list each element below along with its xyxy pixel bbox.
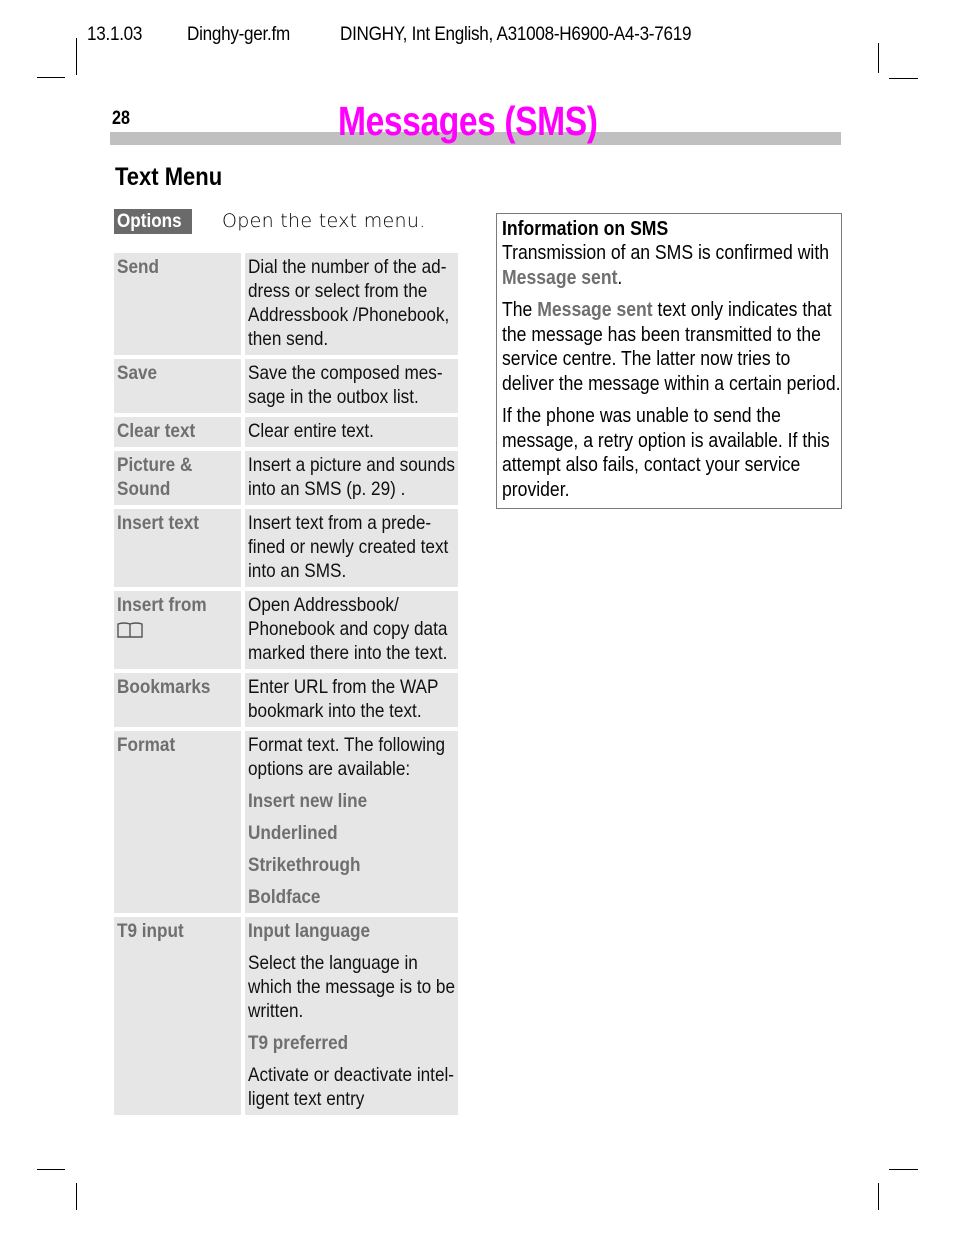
table-row: Send Dial the number of the ad-dress or … [114,253,458,355]
header-doc-id: DINGHY, Int English, A31008-H6900-A4-3-7… [340,24,692,45]
crop-mark [878,43,879,73]
crop-mark [889,78,918,79]
page-title: Messages (SMS) [338,98,598,144]
info-text: . [617,266,623,289]
menu-desc: Save the composed mes-sage in the outbox… [248,362,443,408]
menu-key: Picture & Sound [117,454,193,500]
table-row: T9 input Input language Select the langu… [114,917,458,1115]
info-text: Transmission of an SMS is confirmed with [502,242,830,264]
table-row: Format Format text. The following option… [114,731,458,913]
menu-desc: Clear entire text. [248,420,375,442]
menu-key: Send [117,256,159,278]
text-menu-table: Send Dial the number of the ad-dress or … [114,249,458,1119]
menu-desc: Dial the number of the ad-dress or selec… [248,256,450,350]
menu-key: Insert from [117,594,207,616]
info-text: The [502,299,538,321]
crop-mark [878,1183,879,1210]
info-box: Information on SMS Transmission of an SM… [496,213,842,509]
menu-desc: Enter URL from the WAP bookmark into the… [248,676,439,722]
crop-mark [37,1169,65,1170]
format-option: Underlined [248,822,338,844]
table-row: Clear text Clear entire text. [114,417,458,447]
info-paragraph: If the phone was unable to send the mess… [502,405,830,501]
menu-desc: Insert text from a prede-fined or newly … [248,512,449,582]
t9-option-desc: Select the language in which the message… [248,952,456,1022]
table-row: Save Save the composed mes-sage in the o… [114,359,458,413]
crop-mark [889,1169,918,1170]
section-title: Text Menu [115,163,223,191]
menu-key: Bookmarks [117,676,211,698]
menu-desc: Open Addressbook/ Phonebook and copy dat… [248,594,448,664]
t9-option-desc: Activate or deactivate intel-ligent text… [248,1064,455,1110]
options-label: Options [117,211,182,232]
t9-option-label: Input language [248,920,371,942]
menu-key: T9 input [117,920,184,942]
options-softkey[interactable]: Options [114,209,192,234]
table-row: Insert text Insert text from a prede-fin… [114,509,458,587]
format-option: Insert new line [248,790,368,812]
phonebook-icon [117,622,143,638]
menu-desc: Format text. The following options are a… [248,734,446,780]
header-date: 13.1.03 [87,24,143,45]
message-sent-term: Message sent [502,266,618,289]
menu-key: Save [117,362,158,384]
header-file: Dinghy-ger.fm [187,24,290,45]
crop-mark [76,1183,77,1210]
info-title: Information on SMS [502,218,669,240]
table-row: Bookmarks Enter URL from the WAP bookmar… [114,673,458,727]
info-paragraph: The Message sent text only indicates tha… [502,298,841,396]
table-row: Insert from Open Addressbook/ Phonebook … [114,591,458,669]
options-description: Open the text menu. [222,210,426,232]
t9-option-label: T9 preferred [248,1032,349,1054]
format-option: Boldface [248,886,321,908]
crop-mark [76,38,77,75]
info-paragraph: Transmission of an SMS is confirmed with… [502,241,841,290]
format-option: Strikethrough [248,854,361,876]
menu-key: Format [117,734,176,756]
page-number: 28 [112,108,130,129]
menu-key: Insert text [117,512,200,534]
menu-desc: Insert a picture and sounds into an SMS … [248,454,456,500]
crop-mark [37,77,65,78]
message-sent-term: Message sent [537,299,653,321]
table-row: Picture & Sound Insert a picture and sou… [114,451,458,505]
menu-key: Clear text [117,420,196,442]
